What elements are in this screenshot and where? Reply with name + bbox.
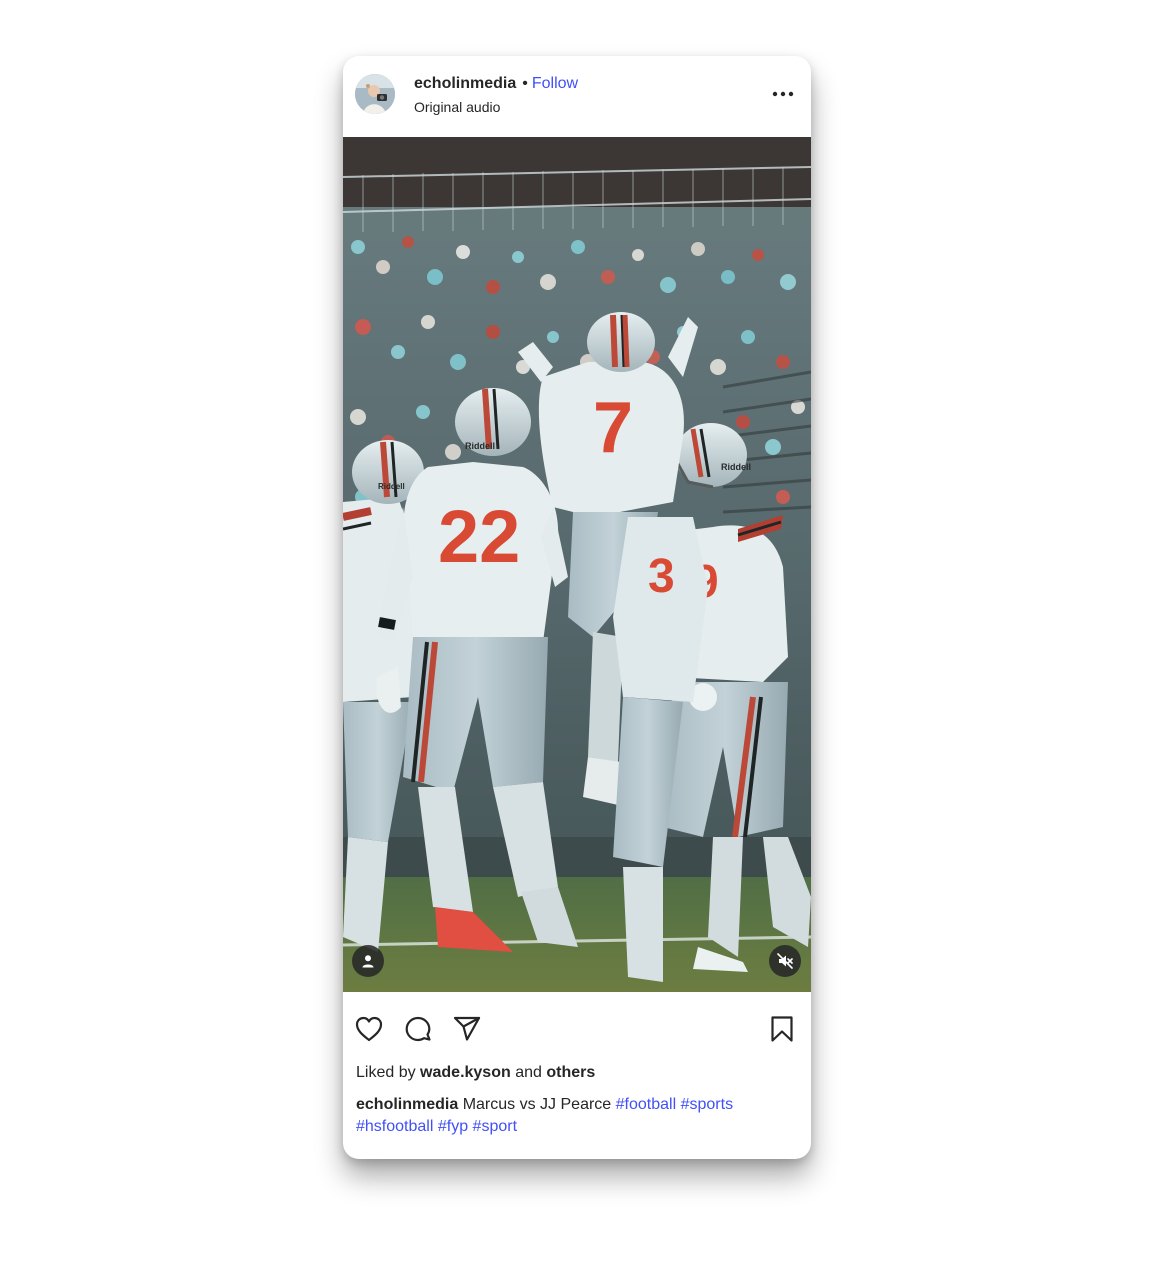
header-line: echolinmedia • Follow [414,74,578,94]
heart-icon [355,1016,383,1042]
header-text: echolinmedia • Follow Original audio [414,74,578,116]
caption-text: Marcus vs JJ Pearce [462,1096,612,1113]
audio-label[interactable]: Original audio [414,98,578,116]
comment-button[interactable] [403,1014,433,1044]
action-bar [343,992,811,1062]
likes-middle: and [515,1064,542,1081]
send-icon [453,1016,481,1041]
likes-line: Liked by wade.kyson and others [356,1062,595,1084]
likes-prefix: Liked by [356,1064,416,1081]
speaker-muted-icon [777,953,793,969]
caption-username[interactable]: echolinmedia [356,1096,458,1113]
username[interactable]: echolinmedia [414,75,516,92]
hashtag[interactable]: #sport [473,1118,517,1135]
share-button[interactable] [452,1014,482,1044]
like-button[interactable] [354,1014,384,1044]
hashtag[interactable]: #fyp [438,1118,468,1135]
save-button[interactable] [767,1014,797,1044]
more-options-icon[interactable] [771,84,795,104]
likes-others[interactable]: others [546,1064,595,1081]
post-card: echolinmedia • Follow Original audio Rid… [343,56,811,1159]
user-tag-icon [362,955,374,968]
avatar[interactable] [355,74,395,114]
follow-button[interactable]: Follow [532,75,578,92]
post-media[interactable]: 9 Riddell 7 [343,137,811,992]
hashtag[interactable]: #sports [681,1096,733,1113]
user-tag-button[interactable] [352,945,384,977]
separator-dot: • [522,75,528,92]
bookmark-icon [771,1016,793,1042]
hashtag[interactable]: #hsfootball [356,1118,433,1135]
hashtag[interactable]: #football [616,1096,677,1113]
comment-icon [405,1016,431,1042]
mute-button[interactable] [769,945,801,977]
post-header: echolinmedia • Follow Original audio [343,56,811,137]
caption: echolinmedia Marcus vs JJ Pearce #footba… [356,1094,796,1138]
liked-by-user[interactable]: wade.kyson [420,1064,511,1081]
